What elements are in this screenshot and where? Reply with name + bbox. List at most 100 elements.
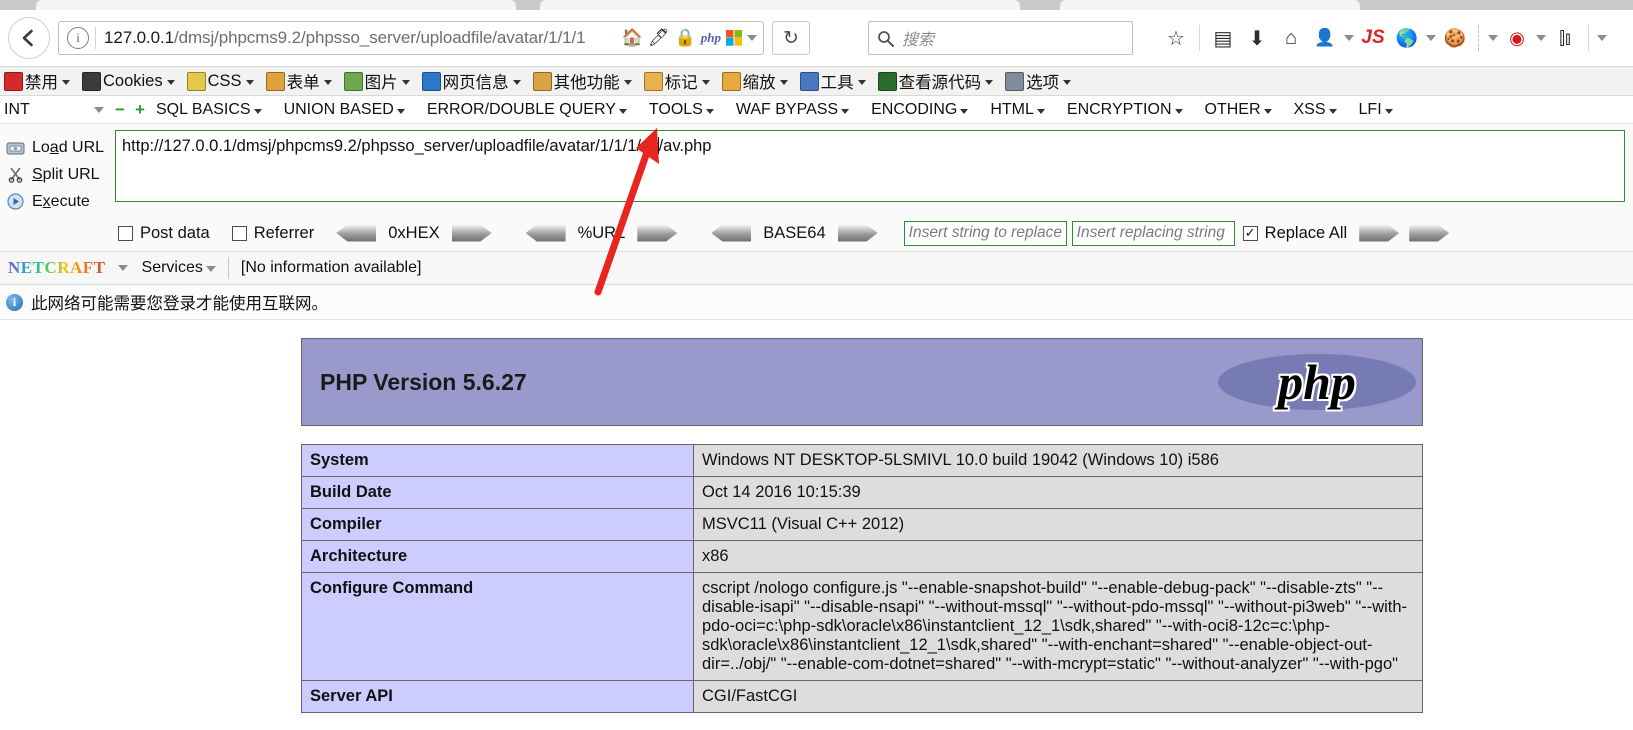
hackbar-menu-sql-basics[interactable]: SQL BASICS — [156, 101, 262, 119]
replace-apply-button[interactable] — [1359, 224, 1400, 242]
address-bar[interactable]: i 127.0.0.1/dmsj/phpcms9.2/phpsso_server… — [58, 21, 764, 55]
replace-with-input[interactable]: Insert replacing string — [1071, 220, 1235, 246]
form-clipboard-icon — [265, 71, 285, 91]
hackbar-url-value-before-caret: http://127.0.0.1/dmsj/phpcms9.2/phpsso_s… — [122, 137, 659, 155]
hackbar-menu-label: XSS — [1293, 100, 1326, 118]
download-icon[interactable]: ⬇ — [1242, 22, 1272, 54]
hackbar-menu-lfi[interactable]: LFI — [1359, 101, 1393, 119]
tamper-data-icon[interactable]: ◉ — [1502, 22, 1532, 54]
hackbar-split-url-label: Split URL — [32, 165, 100, 183]
post-data-checkbox[interactable] — [118, 225, 133, 241]
chevron-down-icon[interactable] — [94, 106, 104, 113]
hackbar-menu-encoding[interactable]: ENCODING — [871, 101, 969, 119]
webdev-menu-form-clipboard[interactable]: 表单 — [265, 69, 332, 93]
reload-button[interactable]: ↻ — [772, 21, 810, 55]
replace-all-checkbox[interactable]: ✓ — [1242, 225, 1258, 241]
chevron-down-icon — [253, 108, 262, 114]
cookie-icon[interactable]: 🍪 — [1440, 22, 1470, 54]
js-label: JS — [1361, 27, 1385, 48]
network-login-notification-text: 此网络可能需要您登录才能使用互联网。 — [31, 295, 328, 313]
chevron-down-icon[interactable] — [1597, 35, 1607, 41]
chevron-down-icon — [701, 80, 710, 85]
browser-tab-strip[interactable] — [0, 0, 1633, 10]
netcraft-logo: NETCRAFT — [4, 258, 110, 278]
chevron-down-icon[interactable] — [747, 35, 757, 41]
user-avatar-icon[interactable]: 👤 — [1310, 22, 1340, 54]
library-icon[interactable]: ▤ — [1208, 22, 1238, 54]
pencil-icon[interactable]: 🖊 — [648, 28, 670, 48]
sidebar-icon[interactable]: ⫿⫾ — [1550, 22, 1580, 54]
home-icon[interactable]: 🏠 — [622, 28, 643, 48]
hackbar-menu-waf-bypass[interactable]: WAF BYPASS — [736, 101, 850, 119]
search-input[interactable]: 搜索 — [868, 21, 1133, 55]
firebug-icon[interactable]: 🌎 — [1392, 22, 1422, 54]
url-decode-button[interactable] — [525, 224, 566, 242]
lock-icon[interactable]: 🔒 — [675, 28, 696, 48]
bookmark-star-icon[interactable]: ☆ — [1161, 22, 1191, 54]
chevron-down-icon[interactable] — [1426, 35, 1436, 41]
webdev-menu-resize-ruler[interactable]: 缩放 — [721, 69, 788, 93]
chevron-down-icon — [1174, 108, 1183, 114]
hackbar-menu-label: OTHER — [1204, 100, 1261, 118]
hackbar-add-tab-button[interactable]: + — [130, 100, 150, 120]
browser-tab-1[interactable] — [36, 0, 516, 10]
webdev-menu-cookie-jar[interactable]: Cookies — [82, 71, 175, 91]
chevron-down-icon — [1384, 108, 1393, 114]
netcraft-risk-text: [No information available] — [240, 259, 422, 276]
windows-icon[interactable] — [726, 30, 742, 46]
js-icon[interactable]: JS — [1358, 22, 1388, 54]
post-data-label: Post data — [140, 223, 210, 242]
chevron-down-icon — [841, 108, 850, 114]
hackbar-execute-label: Execute — [32, 192, 90, 210]
referrer-checkbox[interactable] — [231, 225, 247, 241]
webdev-menu-info[interactable]: 网页信息 — [421, 69, 521, 93]
webdev-menu-options[interactable]: 选项 — [1005, 69, 1072, 93]
replace-search-input[interactable]: Insert string to replace — [903, 220, 1067, 246]
hackbar-menu-xss[interactable]: XSS — [1294, 101, 1337, 119]
hackbar-remove-tab-button[interactable]: − — [110, 100, 130, 120]
hackbar-menu-html[interactable]: HTML — [990, 101, 1045, 119]
hackbar-load-url-button[interactable]: Load URL — [0, 134, 115, 161]
site-info-icon[interactable]: i — [67, 27, 89, 49]
webdev-menu-disable[interactable]: 禁用 — [4, 69, 70, 93]
hex-decode-button[interactable] — [336, 224, 377, 242]
chevron-down-icon — [245, 80, 254, 85]
webdev-menu-label: 缩放 — [742, 74, 776, 92]
chevron-down-icon[interactable] — [1488, 35, 1498, 41]
hackbar-split-url-button[interactable]: Split URL — [0, 161, 115, 188]
base64-decode-button[interactable] — [711, 224, 752, 242]
outline-pencil-icon — [643, 71, 663, 91]
chevron-down-icon[interactable] — [1344, 35, 1354, 41]
browser-tab-2[interactable] — [540, 0, 1020, 10]
tools-icon — [799, 71, 819, 91]
hackbar-menu-tools[interactable]: TOOLS — [649, 101, 714, 119]
base64-encode-button[interactable] — [837, 224, 878, 242]
hackbar-menu-error-double-query[interactable]: ERROR/DOUBLE QUERY — [427, 101, 627, 119]
webdev-menu-view-source[interactable]: 查看源代码 — [877, 69, 994, 93]
phpinfo-report: PHP Version 5.6.27 php System Windows NT … — [301, 338, 1423, 713]
webdev-menu-misc[interactable]: 其他功能 — [532, 69, 632, 93]
replace-apply-all-button[interactable] — [1409, 224, 1450, 242]
hackbar-menu-other[interactable]: OTHER — [1205, 101, 1272, 119]
webdev-menu-tools[interactable]: 工具 — [799, 69, 866, 93]
hackbar-execute-button[interactable]: Execute — [0, 188, 115, 215]
php-icon[interactable]: php — [701, 30, 721, 46]
phpinfo-value-cell: MSVC11 (Visual C++ 2012) — [693, 508, 1423, 541]
home-icon[interactable]: ⌂ — [1276, 22, 1306, 54]
hackbar-menu-union-based[interactable]: UNION BASED — [284, 101, 405, 119]
webdev-menu-outline-pencil[interactable]: 标记 — [643, 69, 710, 93]
chevron-down-icon[interactable] — [117, 265, 128, 271]
back-button[interactable] — [8, 17, 50, 59]
hackbar-tab-selector[interactable]: INT — [0, 97, 110, 122]
hackbar-url-textarea[interactable]: http://127.0.0.1/dmsj/phpcms9.2/phpsso_s… — [115, 130, 1625, 202]
hex-encode-button[interactable] — [451, 224, 492, 242]
chevron-down-icon[interactable] — [1536, 35, 1546, 41]
netcraft-services-menu[interactable]: Services — [142, 259, 216, 277]
browser-tab-3[interactable] — [1060, 0, 1360, 10]
network-login-notification: i 此网络可能需要您登录才能使用互联网。 — [0, 285, 1633, 320]
hackbar-menu-encryption[interactable]: ENCRYPTION — [1067, 101, 1183, 119]
url-encode-button[interactable] — [637, 224, 678, 242]
phpinfo-key-cell: Build Date — [301, 476, 694, 509]
webdev-menu-images[interactable]: 图片 — [343, 69, 410, 93]
webdev-menu-css-pencil[interactable]: CSS — [186, 71, 254, 91]
